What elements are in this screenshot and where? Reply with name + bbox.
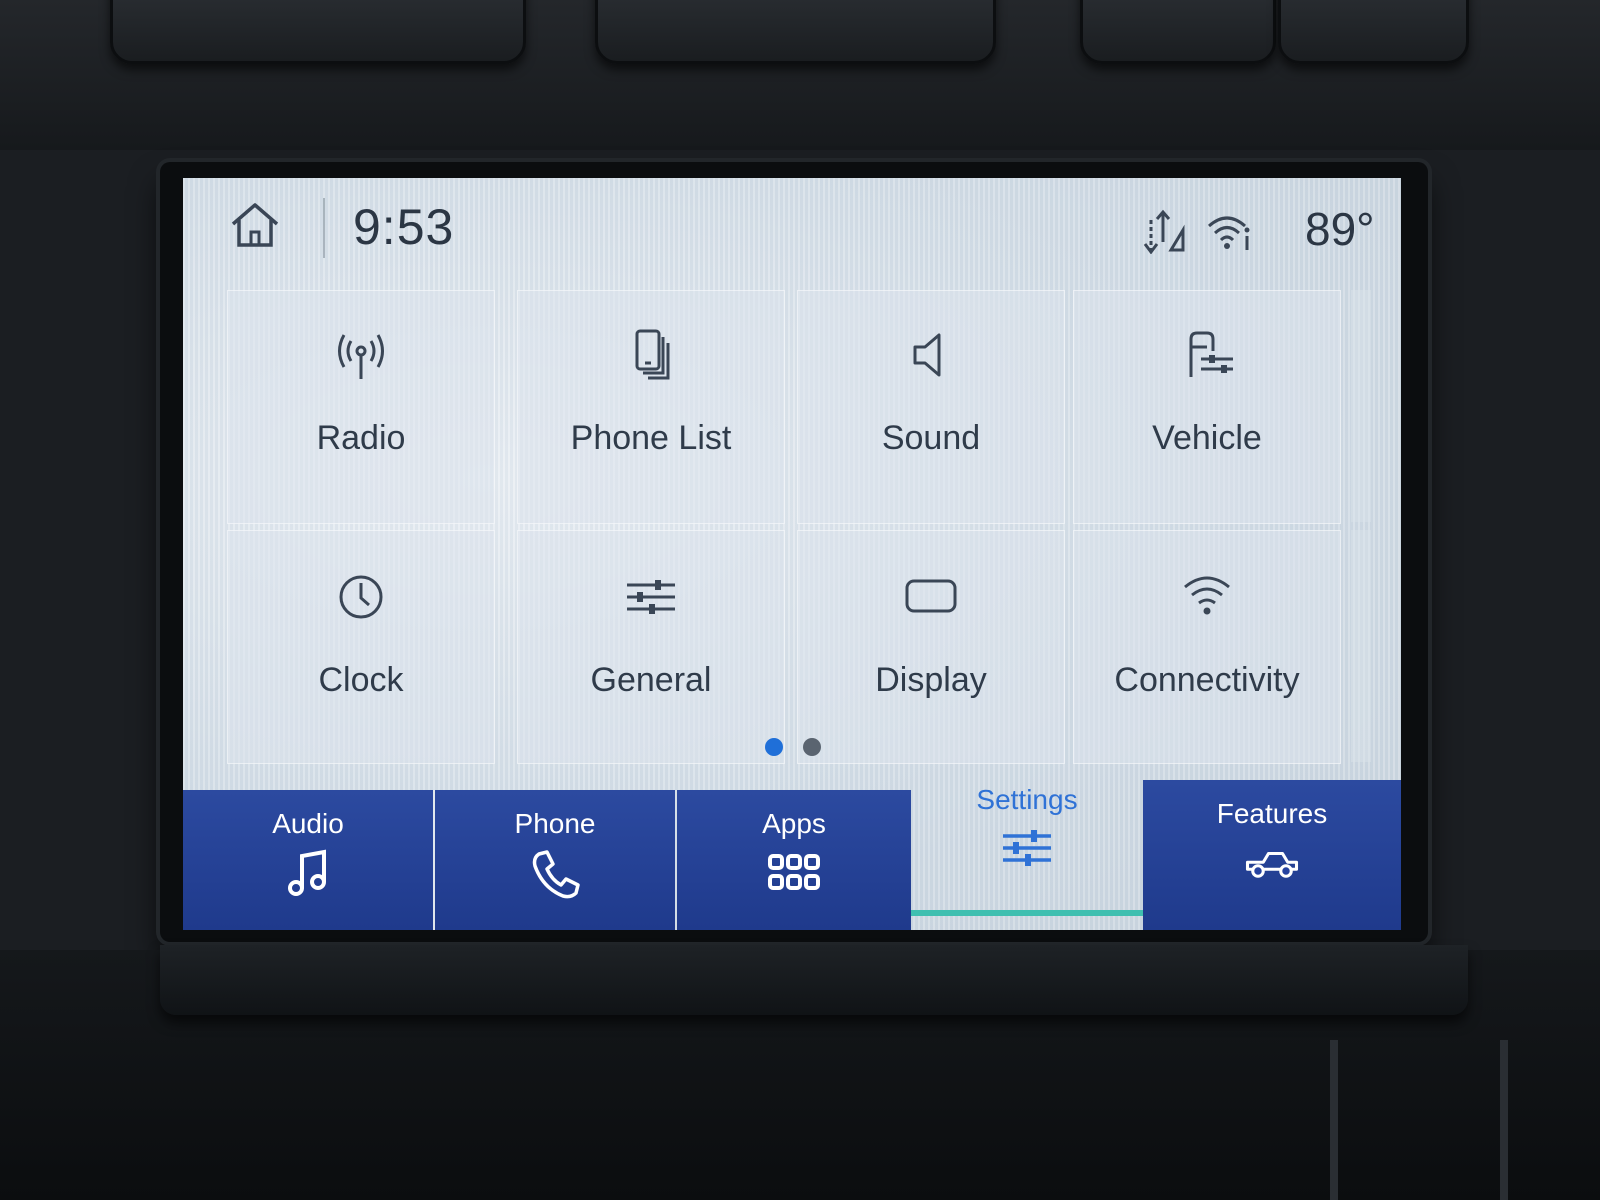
bottom-nav: Audio Phone Apps Settings Features (183, 780, 1401, 930)
wifi-icon (1184, 576, 1230, 615)
page-indicator-inactive[interactable] (803, 738, 821, 756)
wifi-icon (1208, 216, 1250, 250)
tile-display[interactable]: Display (797, 530, 1065, 764)
outside-temperature: 89° (1305, 203, 1375, 255)
hardware-button-left[interactable] (110, 0, 526, 64)
sync-icon (1143, 209, 1185, 254)
tile-general[interactable]: General (517, 530, 785, 764)
tab-label: Apps (762, 808, 826, 839)
tile-label: Vehicle (1152, 419, 1262, 457)
tab-settings[interactable]: Settings (911, 784, 1143, 930)
status-divider (323, 198, 325, 258)
tile-label: Phone List (570, 419, 732, 457)
tile-label: Clock (318, 661, 404, 699)
tab-features[interactable]: Features (1143, 780, 1401, 930)
vent-slot (1330, 1040, 1338, 1200)
tile-edge (1351, 290, 1371, 522)
tile-radio[interactable]: Radio (227, 290, 495, 524)
tile-vehicle[interactable]: Vehicle (1073, 290, 1341, 524)
sliders-icon (1003, 830, 1051, 866)
vent-slot (1500, 1040, 1508, 1200)
antenna-icon (338, 334, 384, 379)
infotainment-screen: 9:53 89° Radio Phone List Sound Vehicle … (183, 178, 1401, 930)
hardware-button-right-2[interactable] (1278, 0, 1469, 64)
dashboard-top (0, 0, 1600, 150)
active-tab-indicator (911, 910, 1143, 916)
tab-label: Audio (272, 808, 344, 839)
tile-edge (1351, 530, 1371, 762)
tab-label: Settings (976, 784, 1078, 815)
tab-apps[interactable]: Apps (677, 790, 911, 930)
clock-time: 9:53 (353, 199, 455, 255)
phone-handset-icon (532, 850, 580, 899)
tile-label: Display (875, 661, 987, 699)
hardware-button-right-1[interactable] (1080, 0, 1276, 64)
music-note-icon (288, 849, 326, 896)
hazard-button[interactable] (595, 0, 996, 64)
tile-label: Connectivity (1114, 661, 1300, 699)
status-bar: 9:53 89° (183, 178, 1401, 278)
tile-connectivity[interactable]: Connectivity (1073, 530, 1341, 764)
tab-label: Phone (514, 808, 596, 839)
tab-label: Features (1216, 798, 1328, 829)
home-icon[interactable] (227, 200, 283, 250)
tile-label: Radio (316, 419, 406, 457)
tile-sound[interactable]: Sound (797, 290, 1065, 524)
screen-icon (905, 579, 957, 613)
phones-icon (635, 329, 670, 380)
tile-clock[interactable]: Clock (227, 530, 495, 764)
sliders-icon (627, 580, 675, 614)
tile-phone-list[interactable]: Phone List (517, 290, 785, 524)
screen-ledge (160, 945, 1468, 1015)
tab-phone[interactable]: Phone (435, 790, 675, 930)
clock-icon (339, 575, 383, 619)
truck-icon (1245, 851, 1299, 878)
tile-label: General (590, 661, 712, 699)
page-indicator-active[interactable] (765, 738, 783, 756)
apps-grid-icon (768, 854, 820, 890)
tile-label: Sound (881, 419, 981, 457)
speaker-icon (913, 333, 941, 377)
vehicle-settings-icon (1189, 331, 1233, 377)
tab-audio[interactable]: Audio (183, 790, 433, 930)
